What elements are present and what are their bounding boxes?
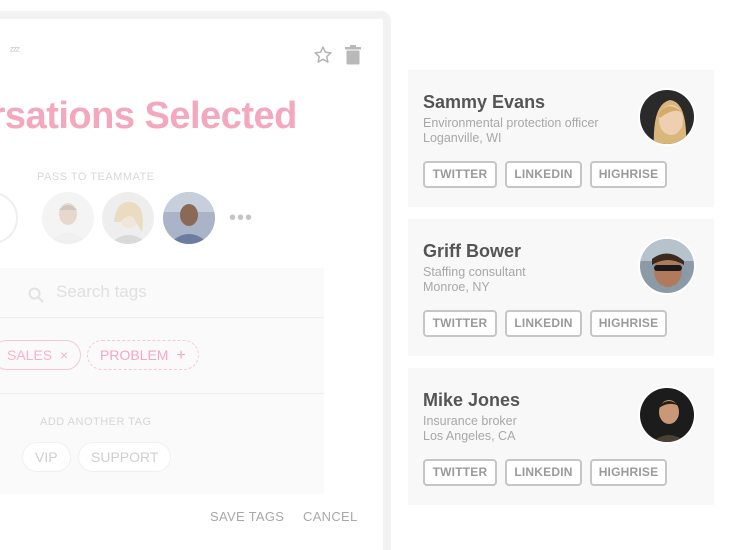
contact-role: Environmental protection officer [423,116,599,130]
suggested-tag-vip[interactable]: VIP [22,442,71,472]
highrise-button[interactable]: HIGHRISE [590,310,667,337]
tag-search-input[interactable] [56,282,256,302]
search-icon [28,287,44,308]
save-tags-button[interactable]: SAVE TAGS [210,509,284,524]
tag-label: PROBLEM [100,347,169,363]
highrise-button[interactable]: HIGHRISE [590,161,667,188]
add-another-tag-label: ADD ANOTHER TAG [40,416,152,428]
avatar[interactable] [163,192,215,244]
conversation-modal: ᶻᶻᶻ ersations Selected PASS TO TEAMMATE … [0,11,391,550]
contact-card: Sammy Evans Environmental protection off… [408,70,714,207]
avatar [638,237,696,295]
highrise-button[interactable]: HIGHRISE [590,459,667,486]
suggested-tag-support[interactable]: SUPPORT [78,442,172,472]
tag-chip-problem[interactable]: PROBLEM + [87,340,199,370]
tag-chip-sales[interactable]: SALES × [0,340,82,370]
trash-icon[interactable] [344,45,362,70]
tag-label: SALES [7,347,53,363]
avatar[interactable] [102,192,154,244]
avatar [638,386,696,444]
contact-name: Griff Bower [423,241,522,261]
contact-location: Monroe, NY [423,280,490,294]
avatar[interactable] [42,192,94,244]
contact-role: Insurance broker [423,414,517,428]
contact-name: Mike Jones [423,390,521,410]
star-icon[interactable] [313,45,333,70]
linkedin-button[interactable]: LINKEDIN [505,459,582,486]
contact-location: Los Angeles, CA [423,429,516,443]
avatar [638,88,696,146]
linkedin-button[interactable]: LINKEDIN [505,310,582,337]
twitter-button[interactable]: TWITTER [423,161,497,188]
twitter-button[interactable]: TWITTER [423,459,497,486]
page-title: ersations Selected [0,95,297,137]
pass-to-teammate-label: PASS TO TEAMMATE [37,171,155,183]
tag-search-row [0,268,324,318]
snooze-icon[interactable]: ᶻᶻᶻ [10,45,20,57]
more-teammates-icon[interactable]: ••• [229,207,253,230]
add-tag-icon[interactable]: + [176,347,185,364]
divider [0,393,324,394]
contact-name: Sammy Evans [423,92,546,112]
tags-editor: SALES × PROBLEM + ADD ANOTHER TAG VIP SU… [0,268,324,494]
contact-card: Mike Jones Insurance broker Los Angeles,… [408,368,714,505]
remove-tag-icon[interactable]: × [60,347,68,363]
avatar[interactable] [0,192,18,244]
contact-card: Griff Bower Staffing consultant Monroe, … [408,219,714,356]
cancel-button[interactable]: CANCEL [303,509,358,524]
contact-location: Loganville, WI [423,131,502,145]
contact-role: Staffing consultant [423,265,526,279]
linkedin-button[interactable]: LINKEDIN [505,161,582,188]
twitter-button[interactable]: TWITTER [423,310,497,337]
